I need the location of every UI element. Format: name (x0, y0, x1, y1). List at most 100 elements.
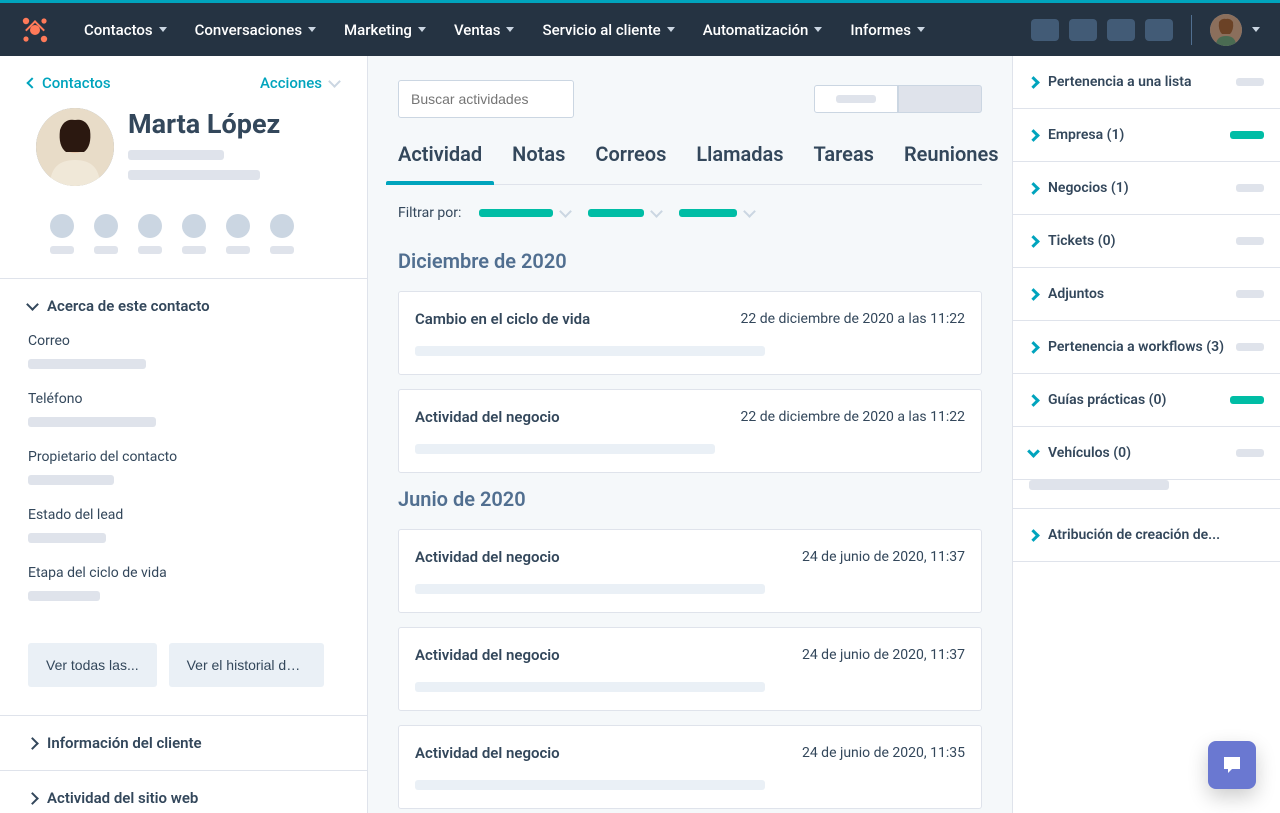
right-label: Negocios (1) (1048, 180, 1226, 196)
field-value[interactable] (28, 533, 106, 543)
contact-action-4[interactable] (182, 214, 206, 254)
filter-label: Filtrar por: (398, 205, 461, 221)
about-section-header[interactable]: Acerca de este contacto (0, 279, 367, 333)
chevron-right-icon (26, 737, 39, 750)
view-toggle-left[interactable] (814, 85, 898, 113)
chevron-down-icon (814, 27, 822, 32)
about-title: Acerca de este contacto (47, 297, 210, 315)
tab-reuniones[interactable]: Reuniones (904, 142, 999, 184)
nav-automatización[interactable]: Automatización (703, 21, 823, 39)
section-header[interactable]: Información del cliente (0, 716, 367, 770)
nav-contactos[interactable]: Contactos (84, 21, 167, 39)
right-label: Empresa (1) (1048, 127, 1220, 143)
field-label: Correo (28, 333, 339, 349)
right-section[interactable]: Atribución de creación de... (1013, 509, 1280, 562)
right-section[interactable]: Adjuntos (1013, 268, 1280, 321)
view-toggle-right[interactable] (898, 85, 982, 113)
activity-card[interactable]: Actividad del negocio24 de junio de 2020… (398, 627, 982, 711)
tab-tareas[interactable]: Tareas (814, 142, 874, 184)
tab-actividad[interactable]: Actividad (398, 142, 482, 184)
contact-avatar[interactable] (36, 108, 114, 186)
chevron-icon (1027, 529, 1040, 542)
contact-action-1[interactable] (50, 214, 74, 254)
user-avatar[interactable] (1210, 14, 1242, 46)
chevron-icon (1027, 76, 1040, 89)
contact-action-3[interactable] (138, 214, 162, 254)
chevron-icon (1027, 394, 1040, 407)
card-date: 22 de diciembre de 2020 a las 11:22 (740, 409, 965, 425)
field-value[interactable] (28, 417, 156, 427)
top-action-4[interactable] (1145, 19, 1173, 41)
right-section-body (1013, 480, 1280, 509)
card-body (415, 444, 715, 454)
activity-card[interactable]: Cambio en el ciclo de vida22 de diciembr… (398, 291, 982, 375)
badge (1236, 449, 1264, 457)
card-date: 24 de junio de 2020, 11:35 (802, 745, 965, 761)
back-link[interactable]: Contactos (28, 74, 111, 92)
back-label: Contactos (42, 74, 111, 92)
filter-1[interactable] (479, 209, 570, 217)
field-label: Estado del lead (28, 507, 339, 523)
actions-dropdown[interactable]: Acciones (260, 74, 339, 92)
left-sidebar: Contactos Acciones Marta López (0, 56, 368, 813)
chevron-down-icon (744, 205, 757, 218)
view-history-button[interactable]: Ver el historial de la... (169, 643, 324, 687)
activity-card[interactable]: Actividad del negocio24 de junio de 2020… (398, 725, 982, 809)
contact-action-5[interactable] (226, 214, 250, 254)
top-action-3[interactable] (1107, 19, 1135, 41)
chevron-down-icon (418, 27, 426, 32)
month-header: Diciembre de 2020 (398, 249, 982, 273)
search-input[interactable] (411, 91, 592, 107)
nav-informes[interactable]: Informes (850, 21, 925, 39)
hubspot-logo-icon[interactable] (20, 15, 50, 45)
user-menu-caret-icon[interactable] (1252, 27, 1260, 32)
activity-card[interactable]: Actividad del negocio22 de diciembre de … (398, 389, 982, 473)
right-section[interactable]: Pertenencia a una lista (1013, 56, 1280, 109)
chevron-down-icon (328, 75, 341, 88)
activity-card[interactable]: Actividad del negocio24 de junio de 2020… (398, 529, 982, 613)
view-toggle[interactable] (814, 85, 982, 113)
chevron-down-icon (667, 27, 675, 32)
top-action-2[interactable] (1069, 19, 1097, 41)
right-label: Adjuntos (1048, 286, 1226, 302)
month-header: Junio de 2020 (398, 487, 982, 511)
right-section[interactable]: Pertenencia a workflows (3) (1013, 321, 1280, 374)
field-value[interactable] (28, 591, 100, 601)
card-date: 24 de junio de 2020, 11:37 (802, 549, 965, 565)
filter-3[interactable] (679, 209, 754, 217)
right-section[interactable]: Empresa (1) (1013, 109, 1280, 162)
field-value[interactable] (28, 475, 114, 485)
search-input-wrapper[interactable] (398, 80, 574, 118)
right-section[interactable]: Tickets (0) (1013, 215, 1280, 268)
chevron-left-icon (26, 77, 37, 88)
card-body (415, 346, 765, 356)
nav-conversaciones[interactable]: Conversaciones (195, 21, 316, 39)
section-header[interactable]: Actividad del sitio web (0, 771, 367, 813)
nav-ventas[interactable]: Ventas (454, 21, 515, 39)
right-section[interactable]: Guías prácticas (0) (1013, 374, 1280, 427)
view-all-button[interactable]: Ver todas las... (28, 643, 157, 687)
chat-float-button[interactable] (1208, 741, 1256, 789)
badge (1236, 184, 1264, 192)
section-title: Actividad del sitio web (47, 789, 198, 807)
right-label: Guías prácticas (0) (1048, 392, 1220, 408)
field-value[interactable] (28, 359, 146, 369)
chevron-icon (1027, 235, 1040, 248)
tab-llamadas[interactable]: Llamadas (696, 142, 783, 184)
right-section[interactable]: Negocios (1) (1013, 162, 1280, 215)
right-section[interactable]: Vehículos (0) (1013, 427, 1280, 480)
chevron-right-icon (26, 792, 39, 805)
contact-action-2[interactable] (94, 214, 118, 254)
nav-label: Ventas (454, 21, 501, 39)
nav-marketing[interactable]: Marketing (344, 21, 426, 39)
top-action-1[interactable] (1031, 19, 1059, 41)
field-label: Teléfono (28, 391, 339, 407)
field-label: Etapa del ciclo de vida (28, 565, 339, 581)
nav-label: Marketing (344, 21, 412, 39)
nav-servicio-al-cliente[interactable]: Servicio al cliente (542, 21, 674, 39)
tab-notas[interactable]: Notas (512, 142, 565, 184)
filter-2[interactable] (588, 209, 661, 217)
tab-correos[interactable]: Correos (595, 142, 666, 184)
contact-action-6[interactable] (270, 214, 294, 254)
card-title: Actividad del negocio (415, 646, 560, 664)
